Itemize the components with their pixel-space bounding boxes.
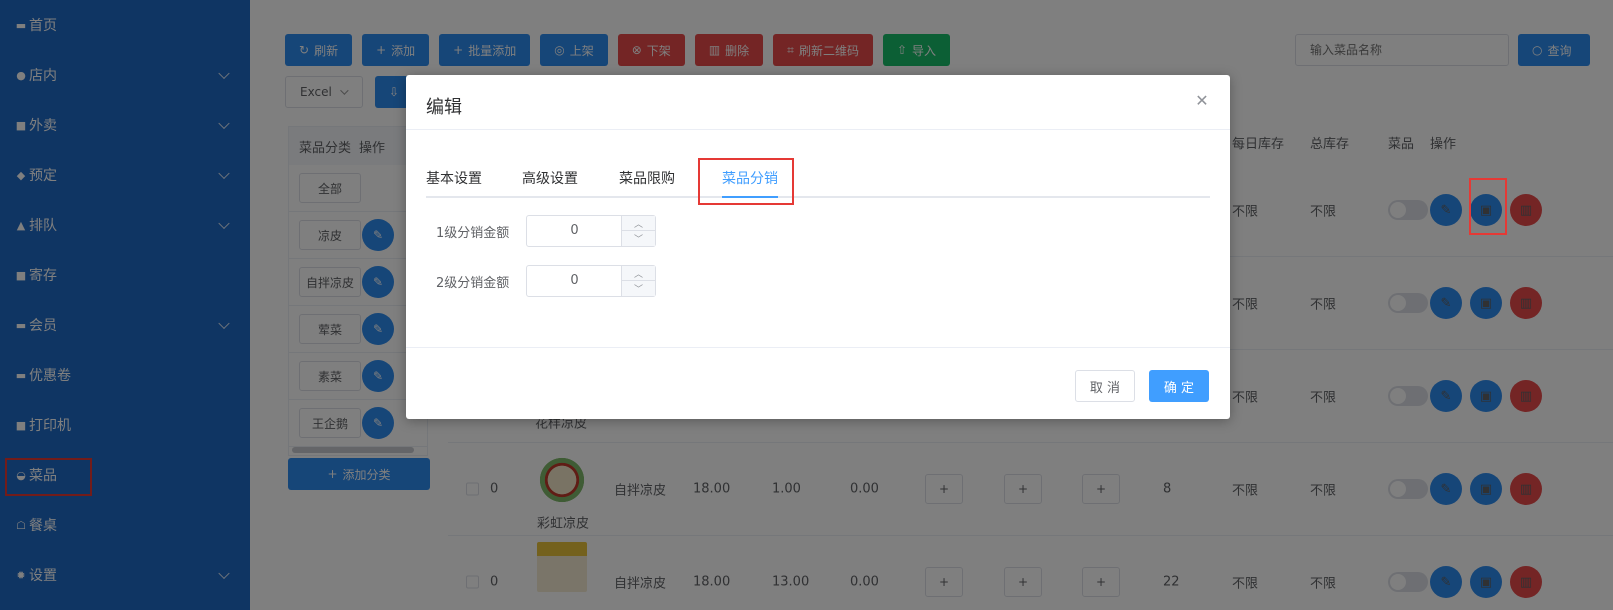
tab-purchase-limit[interactable]: 菜品限购 [619, 160, 675, 198]
chevron-up-icon: ︿ [633, 269, 643, 280]
stepper-arrows: ︿ ﹀ [621, 216, 655, 246]
decrease-button[interactable]: ﹀ [622, 281, 655, 296]
stepper-arrows: ︿ ﹀ [621, 266, 655, 296]
level2-amount-value[interactable]: 0 [527, 266, 622, 296]
increase-button[interactable]: ︿ [622, 266, 655, 281]
form-row-level2: 2级分销金额 0 ︿ ﹀ [436, 265, 656, 297]
increase-button[interactable]: ︿ [622, 216, 655, 231]
divider [406, 347, 1230, 348]
cancel-button[interactable]: 取 消 [1075, 370, 1135, 402]
level2-amount-label: 2级分销金额 [436, 275, 510, 291]
edit-dialog: 编辑 ✕ 基本设置 高级设置 菜品限购 菜品分销 1级分销金额 0 ︿ ﹀ 2级… [406, 75, 1230, 419]
confirm-button[interactable]: 确 定 [1149, 370, 1209, 402]
highlight-distribution-tab [698, 158, 794, 205]
chevron-down-icon: ﹀ [633, 285, 643, 295]
level1-amount-value[interactable]: 0 [527, 216, 622, 246]
chevron-up-icon: ︿ [633, 219, 643, 230]
close-icon[interactable]: ✕ [1194, 93, 1210, 109]
level2-amount-stepper[interactable]: 0 ︿ ﹀ [526, 265, 656, 297]
level1-amount-label: 1级分销金额 [436, 225, 510, 241]
divider [406, 129, 1230, 130]
chevron-down-icon: ﹀ [633, 235, 643, 245]
tab-advanced-settings[interactable]: 高级设置 [522, 160, 578, 198]
dialog-tabs: 基本设置 高级设置 菜品限购 菜品分销 [426, 160, 1210, 198]
decrease-button[interactable]: ﹀ [622, 231, 655, 246]
highlight-edit-button [1469, 178, 1507, 235]
tab-basic-settings[interactable]: 基本设置 [426, 160, 482, 198]
form-row-level1: 1级分销金额 0 ︿ ﹀ [436, 215, 656, 247]
dialog-title: 编辑 [426, 97, 462, 118]
level1-amount-stepper[interactable]: 0 ︿ ﹀ [526, 215, 656, 247]
